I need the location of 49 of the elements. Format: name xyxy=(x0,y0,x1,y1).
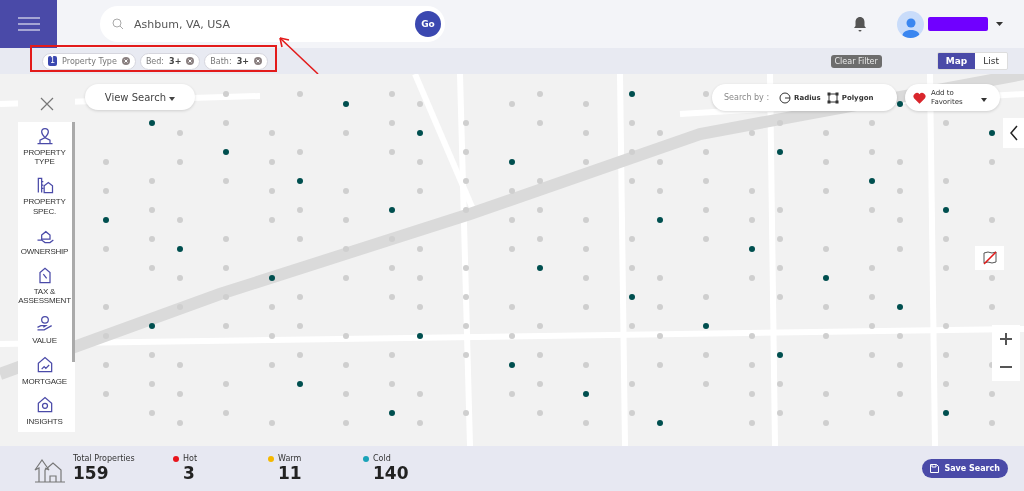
minus-icon xyxy=(1000,366,1012,368)
menu-button[interactable] xyxy=(0,0,57,48)
bell-icon[interactable] xyxy=(853,16,867,32)
remove-icon[interactable] xyxy=(253,57,262,65)
sidebar-item[interactable]: VALUE xyxy=(18,310,71,351)
stat-label: Warm xyxy=(278,454,302,463)
remove-icon[interactable] xyxy=(186,57,195,65)
view-search-button[interactable]: View Search xyxy=(85,84,195,110)
view-tab[interactable]: List xyxy=(975,53,1007,69)
stat-label: Cold xyxy=(373,454,391,463)
close-icon xyxy=(39,97,54,111)
search-by-label: Search by : xyxy=(724,93,770,102)
caret-icon[interactable] xyxy=(996,22,1003,26)
stat-value: 140 xyxy=(372,463,410,483)
go-button[interactable]: Go xyxy=(415,11,441,37)
plus-icon xyxy=(1000,333,1012,345)
menu-icon xyxy=(17,17,40,31)
chevron-left-icon xyxy=(1009,125,1018,141)
sidebar-item[interactable]: PROPERTY TYPE xyxy=(18,122,71,172)
map-off-icon xyxy=(982,251,997,265)
sidebar-item[interactable]: TAX & ASSESSMENT xyxy=(18,260,71,311)
stat-label: Total Properties xyxy=(73,454,135,463)
heart-icon xyxy=(913,90,926,105)
filter-chip[interactable]: Bed: 3+ xyxy=(139,52,201,70)
map-settings-button[interactable] xyxy=(975,246,1004,270)
clear-filter-button[interactable]: Clear Filter xyxy=(830,54,882,68)
save-search-button[interactable]: Save Search xyxy=(922,459,1008,478)
filter-chip[interactable]: 1 Property Type xyxy=(42,52,136,70)
avatar-icon[interactable] xyxy=(897,10,924,38)
collapse-panel-button[interactable] xyxy=(1003,118,1024,148)
redacted-username xyxy=(928,17,988,31)
stat-value: 11 xyxy=(277,463,303,483)
sidebar-item[interactable]: MORTGAGE xyxy=(18,350,71,391)
search-icon xyxy=(112,18,124,30)
remove-icon[interactable] xyxy=(121,57,130,65)
polygon-icon xyxy=(826,91,839,104)
stat-value: 159 xyxy=(73,463,110,483)
sidebar-item[interactable]: OWNERSHIP xyxy=(18,220,71,261)
sidebar-item[interactable]: INSIGHTS xyxy=(18,390,71,431)
stat-label: Hot xyxy=(183,454,198,463)
caret-icon xyxy=(981,98,987,102)
radius-icon xyxy=(779,91,792,104)
view-tab[interactable]: Map xyxy=(937,53,976,69)
filter-chip[interactable]: Bath: 3+ xyxy=(204,52,268,70)
sidebar-item[interactable]: PROPERTY SPEC. xyxy=(18,171,71,221)
search-field[interactable]: Ashbum, VA, USA Go xyxy=(100,6,445,42)
scrollbar[interactable] xyxy=(72,122,75,362)
stat-value: 3 xyxy=(182,463,196,483)
caret-icon xyxy=(169,96,176,101)
